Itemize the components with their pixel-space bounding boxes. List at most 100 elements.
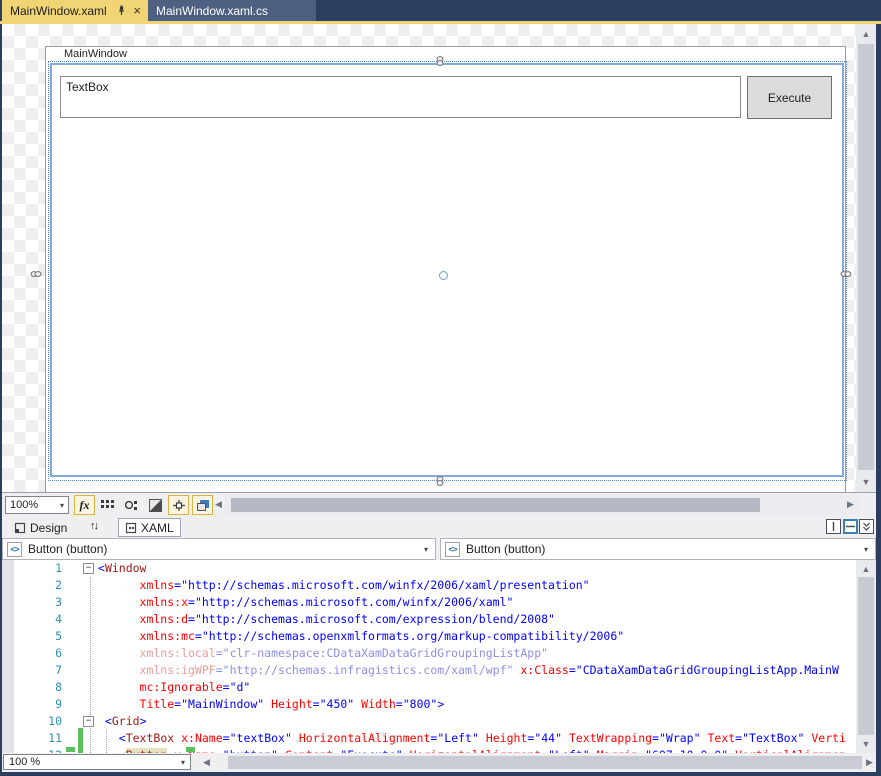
code-line[interactable]: 2xmlns="http://schemas.microsoft.com/win… bbox=[2, 577, 856, 594]
scrollbar-thumb[interactable] bbox=[231, 498, 760, 512]
resize-handle-right-icon[interactable] bbox=[838, 268, 854, 280]
toggle-effects-button[interactable]: fx bbox=[74, 495, 95, 515]
design-window-title: MainWindow bbox=[64, 48, 127, 60]
toggle-artboard-gradient-icon[interactable] bbox=[149, 499, 163, 512]
zoom-value: 100% bbox=[10, 499, 38, 511]
breadcrumb-label: Button (button) bbox=[28, 542, 424, 556]
scrollbar-thumb[interactable] bbox=[858, 44, 874, 470]
code-line[interactable]: 1−<Window bbox=[2, 560, 856, 577]
toggle-artboard-background-button[interactable] bbox=[192, 495, 213, 515]
toggle-snaplines-button[interactable] bbox=[168, 495, 189, 515]
pin-icon[interactable] bbox=[116, 5, 127, 16]
xaml-view-icon bbox=[125, 522, 137, 534]
tab-label: MainWindow.xaml.cs bbox=[156, 4, 268, 18]
code-line[interactable]: 11<TextBox x:Name="textBox" HorizontalAl… bbox=[2, 730, 856, 747]
designer-element-breadcrumb[interactable]: <> Button (button) ▾ bbox=[2, 538, 436, 560]
code-line[interactable]: 6xmlns:local="clr-namespace:CDataXamData… bbox=[2, 645, 856, 662]
chevron-down-icon[interactable]: ▾ bbox=[424, 545, 435, 554]
line-number: 9 bbox=[30, 696, 62, 713]
change-mark bbox=[186, 747, 195, 752]
fold-toggle-icon[interactable]: − bbox=[83, 563, 94, 574]
scroll-left-icon[interactable]: ◀ bbox=[215, 499, 222, 510]
element-icon: <> bbox=[445, 542, 460, 557]
close-icon[interactable]: × bbox=[130, 4, 144, 17]
tab-label: MainWindow.xaml bbox=[10, 4, 113, 18]
change-tracking-bar bbox=[78, 728, 83, 753]
code-line[interactable]: 7xmlns:igWPF="http://schemas.infragistic… bbox=[2, 662, 856, 679]
chevron-down-icon[interactable]: ▾ bbox=[864, 545, 875, 554]
line-number: 3 bbox=[30, 594, 62, 611]
resize-handle-left-icon[interactable] bbox=[28, 268, 44, 280]
editor-element-breadcrumb[interactable]: <> Button (button) ▾ bbox=[440, 538, 876, 560]
fx-icon: fx bbox=[80, 498, 90, 513]
line-number: 4 bbox=[30, 611, 62, 628]
scroll-right-icon[interactable]: ▶ bbox=[847, 499, 854, 510]
design-textbox-control[interactable]: TextBox bbox=[60, 76, 741, 118]
design-view-icon bbox=[14, 522, 26, 534]
scroll-right-icon[interactable]: ▶ bbox=[866, 757, 873, 768]
resize-handle-top-icon[interactable] bbox=[432, 55, 448, 67]
line-number: 10 bbox=[30, 713, 62, 730]
line-number: 2 bbox=[30, 577, 62, 594]
designer-vertical-scrollbar[interactable]: ▲ ▼ bbox=[856, 24, 876, 492]
tab-label: XAML bbox=[141, 521, 174, 535]
horizontal-split-icon bbox=[846, 522, 855, 531]
fold-toggle-icon[interactable]: − bbox=[83, 716, 94, 727]
vertical-split-icon bbox=[829, 522, 838, 531]
pane-tab-bar: Design ↑↓ XAML bbox=[2, 517, 876, 538]
tab-design[interactable]: Design bbox=[8, 518, 73, 537]
scroll-up-icon[interactable]: ▲ bbox=[856, 562, 876, 576]
change-mark bbox=[66, 747, 75, 752]
code-line[interactable]: 5xmlns:mc="http://schemas.openxmlformats… bbox=[2, 628, 856, 645]
design-execute-button[interactable]: Execute bbox=[747, 76, 832, 119]
document-tab-bar: MainWindow.xaml × MainWindow.xaml.cs bbox=[0, 0, 881, 21]
editor-vertical-scrollbar[interactable]: ▲ ▼ bbox=[856, 560, 876, 753]
code-line[interactable]: 4xmlns:d="http://schemas.microsoft.com/e… bbox=[2, 611, 856, 628]
center-anchor-icon bbox=[439, 271, 448, 280]
scrollbar-thumb[interactable] bbox=[858, 577, 874, 735]
designer-toolbar: 100% ▾ fx ◀ ▶ bbox=[2, 492, 876, 517]
horizontal-split-button[interactable] bbox=[843, 519, 858, 534]
line-number: 1 bbox=[30, 560, 62, 577]
editor-zoom-select[interactable]: 100 % ▾ bbox=[3, 754, 191, 770]
element-icon: <> bbox=[7, 542, 22, 557]
code-line[interactable]: 3xmlns:x="http://schemas.microsoft.com/w… bbox=[2, 594, 856, 611]
breadcrumb-row: <> Button (button) ▾ <> Button (button) … bbox=[2, 538, 876, 560]
show-snap-grid-icon[interactable] bbox=[101, 499, 115, 512]
line-number: 7 bbox=[30, 662, 62, 679]
tab-mainwindow-xaml[interactable]: MainWindow.xaml × bbox=[2, 0, 148, 21]
zoom-value: 100 % bbox=[9, 756, 40, 768]
code-line[interactable]: 9Title="MainWindow" Height="450" Width="… bbox=[2, 696, 856, 713]
xaml-designer-surface[interactable]: MainWindow TextBox Execute ▲ ▼ bbox=[2, 24, 876, 492]
designer-zoom-select[interactable]: 100% ▾ bbox=[5, 496, 69, 514]
xaml-code-editor[interactable]: 1−<Window2xmlns="http://schemas.microsof… bbox=[2, 560, 876, 753]
line-number: 5 bbox=[30, 628, 62, 645]
tab-xaml[interactable]: XAML bbox=[118, 518, 181, 537]
line-number: 11 bbox=[30, 730, 62, 747]
line-number: 8 bbox=[30, 679, 62, 696]
scrollbar-thumb[interactable] bbox=[228, 756, 862, 769]
scroll-up-icon[interactable]: ▲ bbox=[856, 27, 876, 41]
collapse-chevrons-icon bbox=[862, 522, 871, 531]
vertical-split-button[interactable] bbox=[826, 519, 841, 534]
chevron-down-icon: ▾ bbox=[181, 758, 185, 767]
code-lines[interactable]: 1−<Window2xmlns="http://schemas.microsof… bbox=[2, 560, 856, 753]
tab-label: Design bbox=[30, 521, 67, 535]
chevron-down-icon: ▾ bbox=[60, 501, 64, 510]
tab-mainwindow-xaml-cs[interactable]: MainWindow.xaml.cs bbox=[148, 0, 316, 21]
scroll-down-icon[interactable]: ▼ bbox=[856, 737, 876, 751]
code-line[interactable]: 8mc:Ignorable="d" bbox=[2, 679, 856, 696]
breadcrumb-label: Button (button) bbox=[466, 542, 864, 556]
selection-outline bbox=[50, 63, 844, 477]
artboard-background-icon bbox=[196, 499, 210, 512]
snap-to-grid-icon[interactable] bbox=[125, 499, 139, 512]
scroll-left-icon[interactable]: ◀ bbox=[203, 757, 210, 768]
editor-status-row: 100 % ▾ ◀ ▶ bbox=[2, 753, 876, 772]
scroll-down-icon[interactable]: ▼ bbox=[856, 475, 876, 489]
collapse-pane-button[interactable] bbox=[859, 519, 874, 534]
resize-handle-bottom-icon[interactable] bbox=[432, 475, 448, 487]
code-line[interactable]: 10−<Grid> bbox=[2, 713, 856, 730]
swap-panes-icon[interactable]: ↑↓ bbox=[90, 520, 97, 532]
visual-studio-editor: MainWindow.xaml × MainWindow.xaml.cs Mai… bbox=[0, 0, 881, 776]
snaplines-icon bbox=[172, 499, 186, 512]
